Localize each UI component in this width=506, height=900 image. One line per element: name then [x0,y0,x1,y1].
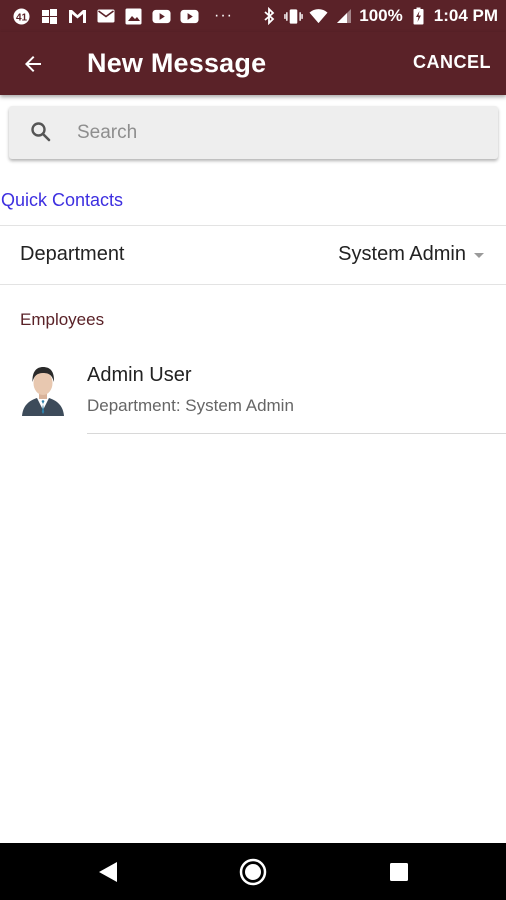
home-circle-icon [239,858,267,886]
wifi-icon [309,8,328,25]
employees-section-header: Employees [20,310,105,329]
search-bar[interactable] [9,106,498,159]
app-bar: New Message CANCEL [0,32,506,95]
back-button[interactable] [16,47,50,81]
image-icon [124,8,143,25]
quick-contacts-link[interactable]: Quick Contacts [1,190,123,211]
department-dropdown[interactable]: System Admin [338,243,484,266]
email-icon [96,8,115,25]
search-input[interactable] [75,112,479,154]
divider [0,225,506,226]
employee-list-item[interactable]: Admin User Department: System Admin [0,352,506,434]
more-notifications-indicator: ··· [214,7,233,24]
businessman-avatar-icon [22,367,64,416]
system-icons: 100% 1:04 PM [259,0,498,32]
department-selected-value: System Admin [338,243,466,265]
windows-icon [40,8,59,25]
system-navigation-bar [0,843,506,900]
app-notification-icon: 41 [12,8,31,25]
youtube-icon [152,8,171,25]
page-title: New Message [87,48,267,78]
department-label: Department [20,243,125,265]
nav-back-button[interactable] [93,857,123,887]
divider [0,284,506,285]
new-message-screen: 41 ··· 100% 1:04 PM New Message CANCEL S… [0,0,506,900]
vibrate-icon [284,8,304,25]
youtube-icon [180,8,199,25]
battery-percent: 100% [359,6,403,25]
back-triangle-icon [99,862,117,882]
battery-charging-icon [409,7,428,25]
search-icon [31,122,51,142]
nav-recents-button[interactable] [384,857,414,887]
chevron-down-icon [474,253,484,258]
bluetooth-icon [259,7,278,25]
recents-square-icon [390,863,408,881]
divider [87,433,506,434]
signal-icon [334,8,353,25]
gmail-icon [68,8,87,25]
svg-text:41: 41 [16,12,28,23]
cancel-button[interactable]: CANCEL [413,52,491,73]
status-bar: 41 ··· 100% 1:04 PM [0,0,506,32]
employee-name: Admin User [87,364,192,386]
arrow-left-icon [25,56,41,72]
employee-department: Department: System Admin [87,396,294,415]
clock: 1:04 PM [433,6,498,25]
nav-home-button[interactable] [238,857,268,887]
notification-icons: 41 ··· [0,7,233,25]
